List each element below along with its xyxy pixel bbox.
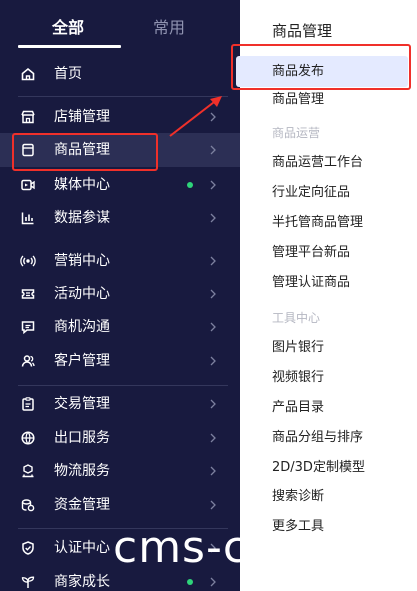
chevron-right-icon [207,496,219,514]
sidebar-item[interactable]: 媒体中心 [0,168,240,202]
chevron-right-icon [207,352,219,370]
sidebar: 全部 常用 首页店铺管理商品管理媒体中心数据参谋营销中心活动中心商机沟通客户管理… [0,0,240,591]
store-icon [20,109,36,125]
coins-icon [20,497,36,513]
submenu-item[interactable]: 商品发布 [272,62,324,82]
sidebar-item[interactable]: 商机沟通 [0,310,240,344]
submenu-item[interactable]: 2D/3D定制模型 [272,458,365,478]
truck-icon [20,463,36,479]
chevron-right-icon [207,573,219,591]
submenu-item[interactable]: 更多工具 [272,517,324,537]
sidebar-divider [18,385,228,386]
sidebar-item-label: 资金管理 [54,497,110,513]
sidebar-item[interactable]: 活动中心 [0,277,240,311]
shield-icon [20,540,36,556]
sidebar-item[interactable]: 首页 [0,57,240,91]
clipboard-icon [20,396,36,412]
submenu-item[interactable]: 管理认证商品 [272,273,350,293]
sidebar-item-label: 活动中心 [54,286,110,302]
submenu-item[interactable]: 管理平台新品 [272,243,350,263]
chevron-right-icon [207,108,219,126]
sidebar-item-label: 商品管理 [54,142,110,158]
sidebar-item-label: 媒体中心 [54,177,110,193]
submenu-item[interactable]: 商品运营工作台 [272,153,363,173]
tab-all[interactable]: 全部 [52,16,84,40]
sidebar-item-label: 商机沟通 [54,319,110,335]
submenu-item[interactable]: 图片银行 [272,338,324,358]
sidebar-item-label: 营销中心 [54,253,110,269]
sidebar-item[interactable]: 出口服务 [0,421,240,455]
active-tab-indicator [18,45,121,48]
sidebar-item[interactable]: 商家成长 [0,565,240,591]
sidebar-item[interactable]: 交易管理 [0,387,240,421]
sidebar-item[interactable]: 商品管理 [0,133,240,167]
chevron-right-icon [207,209,219,227]
chart-icon [20,210,36,226]
sidebar-item-label: 认证中心 [54,540,110,556]
sidebar-item-label: 客户管理 [54,353,110,369]
home-icon [20,66,36,82]
sidebar-tabs: 全部 常用 [0,0,240,56]
sidebar-divider [18,528,228,529]
status-dot [187,182,193,188]
sidebar-item-label: 物流服务 [54,463,110,479]
product-icon [20,142,36,158]
chevron-right-icon [207,539,219,557]
sidebar-item[interactable]: 店铺管理 [0,100,240,134]
sidebar-item[interactable]: 认证中心 [0,531,240,565]
submenu-item[interactable]: 商品管理 [272,90,324,110]
submenu-group-label: 商品运营 [272,126,321,140]
submenu-item[interactable]: 产品目录 [272,398,324,418]
chevron-right-icon [207,462,219,480]
sidebar-item-label: 店铺管理 [54,109,110,125]
sidebar-item-label: 数据参谋 [54,210,110,226]
globe-icon [20,430,36,446]
chevron-right-icon [207,141,219,159]
ticket-icon [20,286,36,302]
sidebar-item-label: 出口服务 [54,430,110,446]
submenu-item[interactable]: 半托管商品管理 [272,213,363,233]
sidebar-item[interactable]: 资金管理 [0,488,240,522]
broadcast-icon [20,253,36,269]
submenu-item[interactable]: 搜索诊断 [272,487,324,507]
submenu-panel: 商品管理 商品发布 商品管理 商品运营 商品运营工作台 行业定向征品 半托管商品管理 管理平… [240,0,417,591]
submenu-item[interactable]: 商品分组与排序 [272,428,363,448]
submenu-title: 商品管理 [272,22,333,40]
chevron-right-icon [207,252,219,270]
sidebar-item-label: 首页 [54,66,82,82]
sidebar-divider [18,96,228,97]
status-dot [187,579,193,585]
chevron-right-icon [207,176,219,194]
chevron-right-icon [207,395,219,413]
sidebar-item-label: 商家成长 [54,574,110,590]
submenu-item[interactable]: 行业定向征品 [272,183,350,203]
chevron-right-icon [207,285,219,303]
sidebar-item[interactable]: 物流服务 [0,454,240,488]
sidebar-item-label: 交易管理 [54,396,110,412]
media-icon [20,177,36,193]
sidebar-item[interactable]: 营销中心 [0,244,240,278]
submenu-item[interactable]: 视频银行 [272,368,324,388]
users-icon [20,353,36,369]
sidebar-item[interactable]: 客户管理 [0,344,240,378]
sprout-icon [20,574,36,590]
sidebar-item[interactable]: 数据参谋 [0,201,240,235]
chat-icon [20,319,36,335]
tab-common[interactable]: 常用 [153,16,185,40]
chevron-right-icon [207,318,219,336]
submenu-group-label: 工具中心 [272,311,321,325]
chevron-right-icon [207,429,219,447]
